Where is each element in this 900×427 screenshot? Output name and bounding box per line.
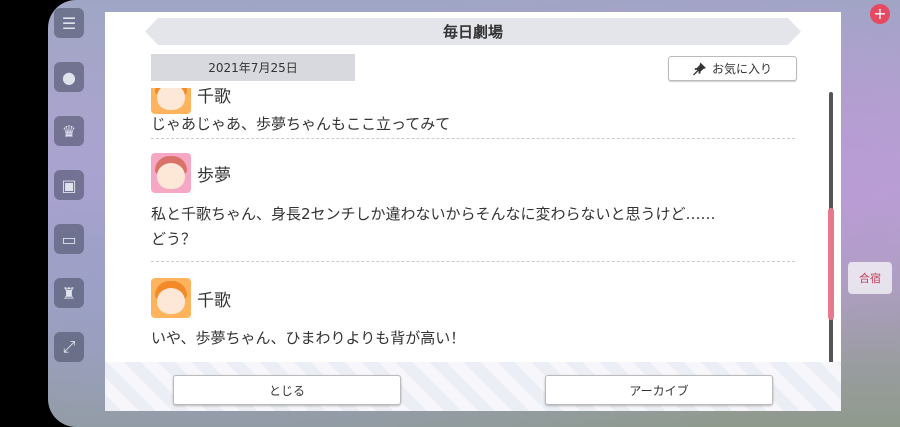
archive-button[interactable]: アーカイブ xyxy=(545,375,773,405)
expand-icon[interactable]: ⤢ xyxy=(54,332,84,362)
dialogue-text: いや、歩夢ちゃん、ひまわりよりも背が高い！ xyxy=(151,329,466,347)
date-label: 2021年7月25日 xyxy=(151,54,355,81)
chika-avatar xyxy=(151,278,191,318)
dialogue-log[interactable]: 千歌 じゃあじゃあ、歩夢ちゃんもここ立ってみて 歩夢 私と千歌ちゃん、身長2セン… xyxy=(151,88,795,374)
dialogue-entry: 千歌 じゃあじゃあ、歩夢ちゃんもここ立ってみて xyxy=(151,88,795,139)
speaker-row: 千歌 xyxy=(151,278,795,318)
chika-avatar xyxy=(151,88,191,114)
favorite-button[interactable]: お気に入り xyxy=(668,56,797,81)
chat-bubble-icon[interactable]: ● xyxy=(54,62,84,92)
gift-icon[interactable]: ▣ xyxy=(54,170,84,200)
dialogue-entry: 千歌 いや、歩夢ちゃん、ひまわりよりも背が高い！ xyxy=(151,278,795,358)
daily-theater-dialog: 毎日劇場 2021年7月25日 お気に入り 千歌 じゃあじゃあ、歩夢ちゃんもここ… xyxy=(105,12,841,411)
add-currency-button[interactable]: + xyxy=(870,4,890,24)
dialogue-text: 私と千歌ちゃん、身長2センチしか違わないからそんなに変わらないと思うけど…… xyxy=(151,205,716,223)
event-icon[interactable]: ♛ xyxy=(54,116,84,146)
speaker-name: 千歌 xyxy=(197,88,231,107)
camp-label: 合宿 xyxy=(848,262,892,294)
close-button[interactable]: とじる xyxy=(173,375,401,405)
speaker-row: 千歌 xyxy=(151,88,795,114)
favorite-label: お気に入り xyxy=(711,62,772,76)
screen-icon[interactable]: ▭ xyxy=(54,224,84,254)
speaker-name: 千歌 xyxy=(197,290,231,311)
dialogue-text: じゃあじゃあ、歩夢ちゃんもここ立ってみて xyxy=(151,115,451,133)
speaker-name: 歩夢 xyxy=(197,165,231,186)
speaker-row: 歩夢 xyxy=(151,153,795,193)
pin-icon xyxy=(692,62,706,75)
trophy-icon[interactable]: ♜ xyxy=(54,278,84,308)
side-menu: ☰ ● ♛ ▣ ▭ ♜ ⤢ xyxy=(52,8,88,386)
dialogue-entry: 歩夢 私と千歌ちゃん、身長2センチしか違わないからそんなに変わらないと思うけど…… xyxy=(151,153,795,262)
dialogue-text-continued: どう？ xyxy=(151,230,197,248)
ayumu-avatar xyxy=(151,153,191,193)
menu-icon[interactable]: ☰ xyxy=(54,8,84,38)
scrollbar-thumb[interactable] xyxy=(828,208,834,320)
dialog-title: 毎日劇場 xyxy=(145,18,801,45)
